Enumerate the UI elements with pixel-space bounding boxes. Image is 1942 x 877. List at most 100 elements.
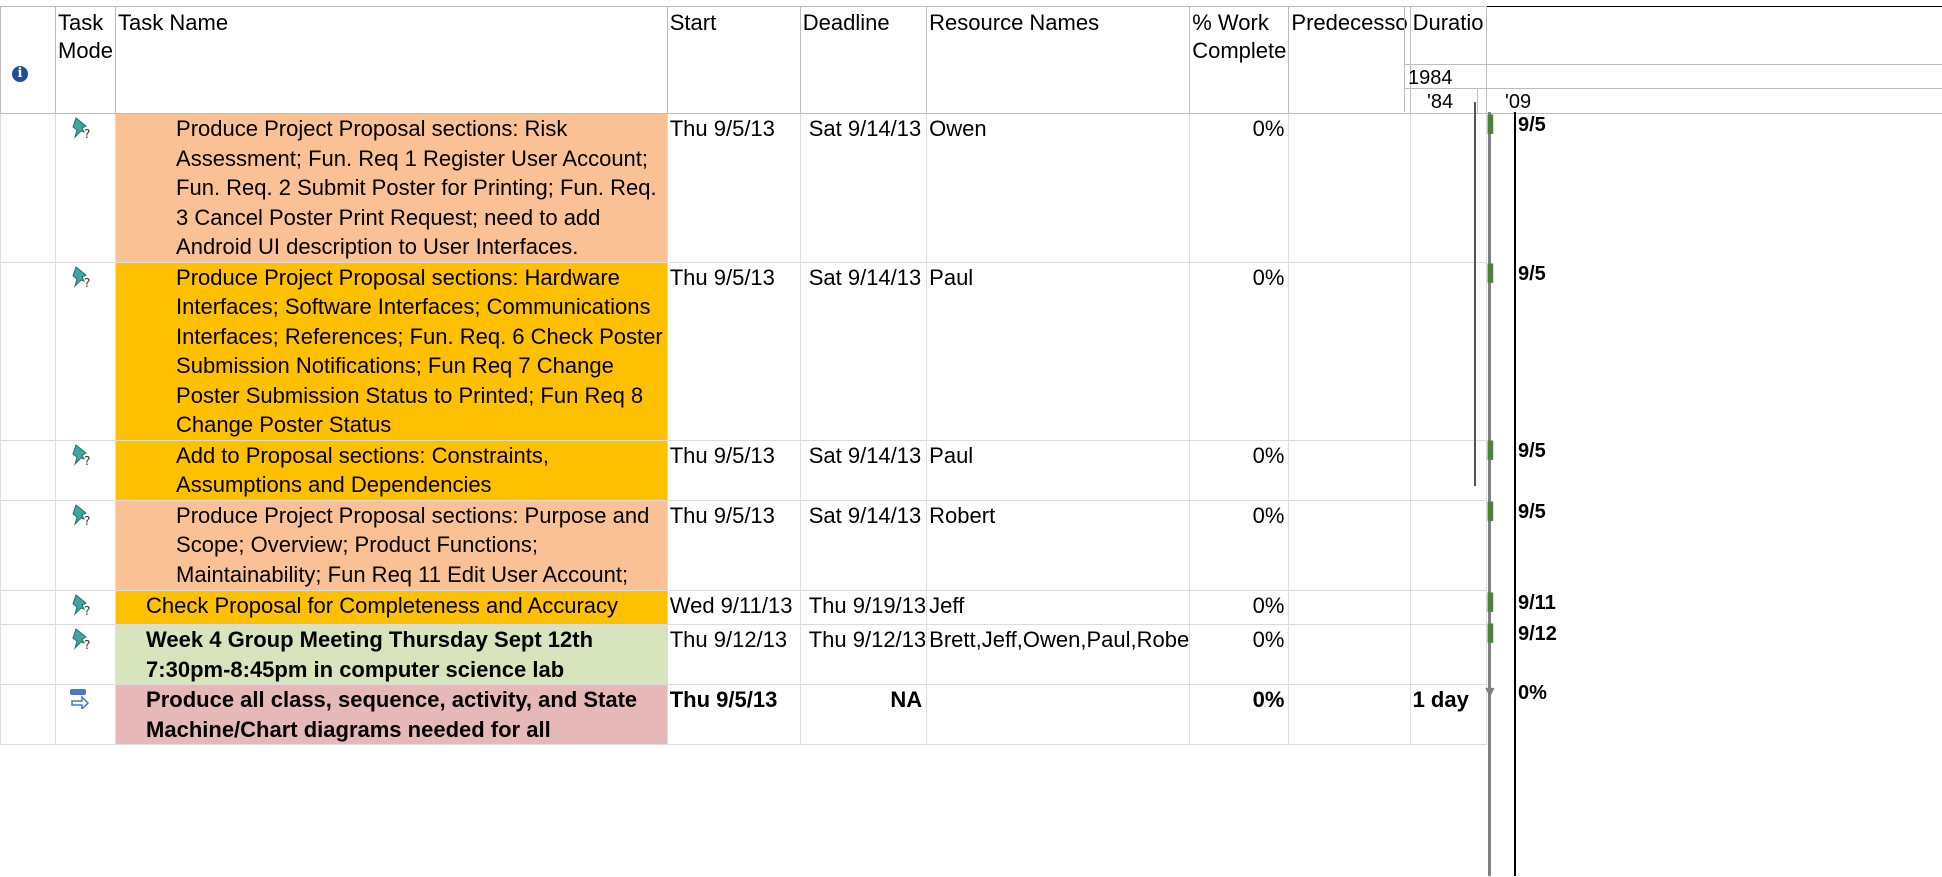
task-mode-cell[interactable] xyxy=(54,684,117,745)
task-row[interactable]: ? Week 4 Group Meeting Thursday Sept 12th… xyxy=(0,624,1487,685)
resource-names-column-header[interactable]: Resource Names xyxy=(926,6,1191,114)
indicator-cell[interactable] xyxy=(0,624,56,685)
task-name-text: Add to Proposal sections: Constraints, As… xyxy=(117,441,667,499)
gantt-bar-label: 9/5 xyxy=(1518,440,1546,462)
task-mode-cell[interactable]: ? xyxy=(54,589,117,625)
task-row[interactable]: ? Produce Project Proposal sections: Purp… xyxy=(0,499,1487,591)
deadline-cell[interactable]: NA xyxy=(799,684,928,745)
task-name-cell[interactable]: Produce Project Proposal sections: Hardw… xyxy=(115,261,668,441)
indicator-cell[interactable] xyxy=(0,261,56,441)
deadline-cell[interactable]: Sat 9/14/13 xyxy=(799,439,928,501)
svg-text:?: ? xyxy=(84,604,90,617)
task-mode-cell[interactable]: ? xyxy=(54,499,117,591)
start-cell[interactable]: Thu 9/5/13 xyxy=(666,439,801,501)
resource-names-cell[interactable]: Brett,Jeff,Owen,Paul,Robe xyxy=(926,624,1191,685)
pct-work-cell-text: 0% xyxy=(1252,592,1285,618)
start-cell[interactable]: Thu 9/5/13 xyxy=(666,684,801,745)
deadline-column-header[interactable]: Deadline xyxy=(799,6,928,114)
predecessors-cell[interactable] xyxy=(1288,113,1411,263)
task-mode-cell[interactable]: ? xyxy=(54,113,117,263)
pct-work-cell-text: 0% xyxy=(1252,627,1285,652)
start-column-header[interactable]: Start xyxy=(666,6,801,114)
indicator-cell[interactable] xyxy=(0,684,56,745)
resource-names-cell[interactable]: Jeff xyxy=(926,589,1191,625)
deadline-cell[interactable]: Thu 9/19/13 xyxy=(799,589,928,625)
indicator-column-header[interactable] xyxy=(0,6,56,114)
task-row[interactable]: ? Produce Project Proposal sections: Hard… xyxy=(0,261,1487,441)
task-row[interactable]: ? Check Proposal for Completeness and Acc… xyxy=(0,589,1487,625)
start-cell[interactable]: Thu 9/5/13 xyxy=(666,499,801,591)
svg-text:?: ? xyxy=(84,638,90,651)
task-mode-cell[interactable]: ? xyxy=(54,439,117,501)
gantt-summary-bracket xyxy=(1474,102,1476,486)
task-mode-cell[interactable]: ? xyxy=(54,261,117,441)
pct-work-cell[interactable]: 0% xyxy=(1189,499,1290,591)
task-name-cell[interactable]: Produce Project Proposal sections: Risk A… xyxy=(115,113,668,263)
resource-names-cell[interactable]: Owen xyxy=(926,113,1191,263)
start-cell[interactable]: Thu 9/12/13 xyxy=(666,624,801,685)
pct-work-cell[interactable]: 0% xyxy=(1189,589,1290,625)
resource-names-cell[interactable]: Paul xyxy=(926,261,1191,441)
gantt-bar-label: 9/5 xyxy=(1518,114,1546,136)
predecessors-column-header[interactable]: Predecesso xyxy=(1288,6,1411,114)
pct-work-cell-text: 0% xyxy=(1252,442,1285,468)
resource-names-cell[interactable] xyxy=(926,684,1191,745)
task-row[interactable]: ? Add to Proposal sections: Constraints, A… xyxy=(0,439,1487,501)
predecessors-cell[interactable] xyxy=(1288,624,1411,685)
manual-pin-icon: ? xyxy=(68,117,94,145)
task-name-text: Produce all class, sequence, activity, a… xyxy=(117,686,667,744)
gantt-milestone-icon[interactable]: ▼ xyxy=(1482,684,1498,702)
gantt-today-line xyxy=(1488,112,1491,876)
gantt-task-marker-icon[interactable]: ▐ xyxy=(1482,594,1493,612)
deadline-cell[interactable]: Sat 9/14/13 xyxy=(799,499,928,591)
task-name-cell[interactable]: Add to Proposal sections: Constraints, As… xyxy=(115,439,668,501)
task-name-line: Interfaces; Software Interfaces; Communi… xyxy=(176,294,651,319)
task-name-cell[interactable]: Check Proposal for Completeness and Accu… xyxy=(115,589,668,625)
indicator-cell[interactable] xyxy=(0,589,56,625)
task-row[interactable]: ? Produce Project Proposal sections: Risk… xyxy=(0,113,1487,263)
gantt-task-marker-icon[interactable]: ▐ xyxy=(1482,265,1493,283)
deadline-cell[interactable]: Sat 9/14/13 xyxy=(799,113,928,263)
start-cell-text: Thu 9/5/13 xyxy=(669,442,775,468)
resource-names-cell[interactable]: Paul xyxy=(926,439,1191,501)
start-cell[interactable]: Thu 9/5/13 xyxy=(666,261,801,441)
pct-work-cell[interactable]: 0% xyxy=(1189,113,1290,263)
pct-work-cell[interactable]: 0% xyxy=(1189,684,1290,745)
start-cell[interactable]: Wed 9/11/13 xyxy=(666,589,801,625)
indicator-cell[interactable] xyxy=(0,439,56,501)
start-cell-text: Thu 9/5/13 xyxy=(669,264,775,290)
indicator-cell[interactable] xyxy=(0,499,56,591)
predecessors-cell[interactable] xyxy=(1288,589,1411,625)
predecessors-cell[interactable] xyxy=(1288,439,1411,501)
task-row[interactable]: Produce all class, sequence, activity, a… xyxy=(0,684,1487,745)
task-name-cell[interactable]: Week 4 Group Meeting Thursday Sept 12th 7… xyxy=(115,624,668,685)
manual-pin-icon: ? xyxy=(68,443,94,472)
start-cell[interactable]: Thu 9/5/13 xyxy=(666,113,801,263)
task-mode-column-header[interactable]: Task Mode xyxy=(54,6,117,114)
pct-work-cell[interactable]: 0% xyxy=(1189,261,1290,441)
gantt-task-marker-icon[interactable]: ▐ xyxy=(1482,625,1493,643)
resource-names-cell[interactable]: Robert xyxy=(926,499,1191,591)
deadline-cell[interactable]: Thu 9/12/13 xyxy=(799,624,928,685)
pct-work-cell[interactable]: 0% xyxy=(1189,439,1290,501)
pct-work-column-header[interactable]: % Work Complete xyxy=(1189,6,1290,114)
predecessors-cell[interactable] xyxy=(1288,499,1411,591)
gantt-task-marker-icon[interactable]: ▐ xyxy=(1482,442,1493,460)
gantt-task-marker-icon[interactable]: ▐ xyxy=(1482,503,1493,521)
svg-text:?: ? xyxy=(84,276,90,289)
resource-names-cell-text: Robert xyxy=(929,502,996,528)
task-mode-cell[interactable]: ? xyxy=(54,624,117,685)
resource-names-cell-text: Jeff xyxy=(929,592,965,618)
task-name-line: Submission Notifications; Fun Req 7 Chan… xyxy=(176,353,614,378)
predecessors-cell[interactable] xyxy=(1288,261,1411,441)
pct-work-cell[interactable]: 0% xyxy=(1189,624,1290,685)
indicator-cell[interactable] xyxy=(0,113,56,263)
task-name-column-header[interactable]: Task Name xyxy=(115,6,668,114)
gantt-task-marker-icon[interactable]: ▐ xyxy=(1482,116,1493,134)
task-name-cell[interactable]: Produce Project Proposal sections: Purpo… xyxy=(115,499,668,591)
deadline-cell[interactable]: Sat 9/14/13 xyxy=(799,261,928,441)
task-name-text: Check Proposal for Completeness and Accu… xyxy=(117,591,667,620)
task-name-line: 7:30pm-8:45pm in computer science lab xyxy=(146,656,565,682)
task-name-cell[interactable]: Produce all class, sequence, activity, a… xyxy=(115,684,668,745)
predecessors-cell[interactable] xyxy=(1288,684,1411,745)
